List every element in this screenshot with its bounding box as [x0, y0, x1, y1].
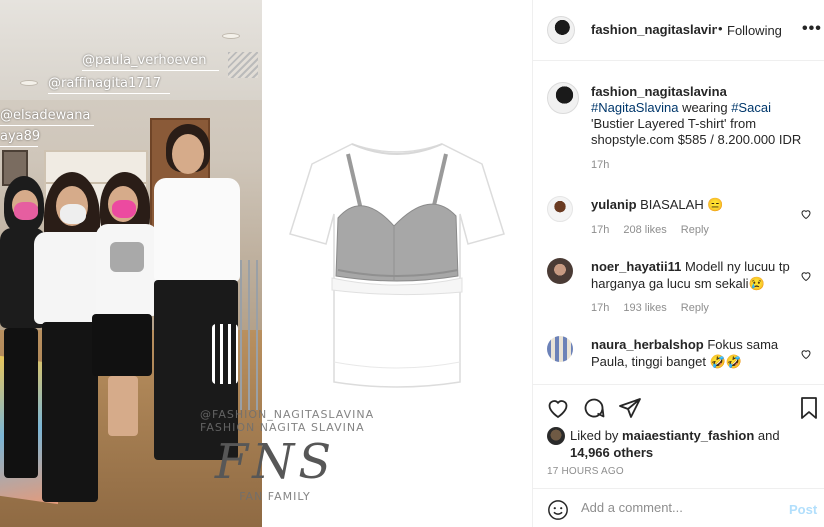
tag-elsadewana[interactable]: @elsadewana [0, 108, 90, 123]
comment-avatar[interactable] [547, 336, 573, 362]
post-sidebar: fashion_nagitaslavina • Following ••• fa… [532, 0, 824, 527]
post-actions: Liked by maiaestianty_fashion and 14,966… [533, 384, 824, 488]
comment-avatar[interactable] [547, 196, 573, 222]
caption-avatar[interactable] [547, 82, 579, 114]
comment-icon[interactable] [582, 396, 606, 420]
comment-likes[interactable]: 208 likes [623, 224, 666, 236]
comment-item: noer_hayatii11 Modell ny lucuu tp hargan… [547, 258, 812, 318]
watermark: @FASHION_NAGITASLAVINA FASHION NAGITA SL… [200, 408, 375, 527]
comment-heart-icon[interactable] [800, 270, 812, 282]
more-options-icon[interactable]: ••• [802, 20, 822, 38]
emoji-icon[interactable] [547, 499, 569, 521]
air-vent [228, 52, 258, 78]
liker-avatar[interactable] [547, 427, 565, 445]
comment-username[interactable]: noer_hayatii11 [591, 259, 681, 274]
caption-text: fashion_nagitaslavina #NagitaSlavina wea… [591, 84, 813, 173]
comment-avatar[interactable] [547, 258, 573, 284]
comment-username[interactable]: naura_herbalshop [591, 337, 704, 352]
watermark-handle: @FASHION_NAGITASLAVINA [200, 408, 375, 421]
caption-time: 17h [591, 159, 610, 171]
comment-item: yulanip BIASALAH 😑 17h 208 likes Reply [547, 196, 812, 246]
comment-time[interactable]: 17h [591, 224, 609, 236]
following-button[interactable]: Following [727, 23, 782, 38]
watermark-name: FASHION NAGITA SLAVINA [200, 421, 365, 434]
post-header: fashion_nagitaslavina • Following ••• [533, 0, 824, 61]
comment-item: naura_herbalshop Fokus sama Paula, tingg… [547, 336, 812, 380]
ceiling-light [222, 33, 240, 39]
comment-meta: 17h 193 likes Reply [591, 302, 723, 314]
comment-likes[interactable]: 193 likes [623, 302, 666, 314]
tag-aya89[interactable]: aya89 [0, 129, 40, 144]
bustier-tshirt-image [289, 143, 505, 388]
hashtag-sacai[interactable]: #Sacai [731, 100, 771, 115]
comment-username[interactable]: yulanip [591, 197, 637, 212]
tag-raffinagita[interactable]: @raffinagita1717 [48, 76, 161, 91]
comment-time[interactable]: 17h [591, 302, 609, 314]
tag-paula[interactable]: @paula_verhoeven [82, 53, 206, 68]
comment-heart-icon[interactable] [800, 208, 812, 220]
ceiling-light [20, 80, 38, 86]
share-icon[interactable] [618, 396, 642, 420]
comment-heart-icon[interactable] [800, 348, 812, 360]
watermark-logo: FNS [214, 434, 336, 490]
comment-text: BIASALAH 😑 [640, 197, 724, 212]
heart-icon[interactable] [546, 396, 570, 420]
post-comment-button[interactable]: Post [789, 502, 817, 517]
add-comment-bar: Post [533, 488, 824, 527]
watermark-family: FAN FAMILY [239, 490, 311, 503]
caption-username[interactable]: fashion_nagitaslavina [591, 84, 727, 99]
owner-username[interactable]: fashion_nagitaslavina [591, 22, 717, 37]
hashtag-nagitaslavina[interactable]: #NagitaSlavina [591, 100, 678, 115]
post-media[interactable]: @paula_verhoeven @raffinagita1717 @elsad… [0, 0, 532, 527]
caption-body: 'Bustier Layered T-shirt' from shopstyle… [591, 116, 802, 147]
add-comment-input[interactable] [581, 500, 781, 515]
comment-meta: 17h 208 likes Reply [591, 224, 723, 236]
reply-button[interactable]: Reply [681, 224, 709, 236]
liker-username[interactable]: maiaestianty_fashion [622, 428, 754, 443]
post-timestamp[interactable]: 17 HOURS AGO [547, 466, 624, 477]
header-separator: • [718, 21, 723, 36]
bookmark-icon[interactable] [797, 396, 821, 420]
reply-button[interactable]: Reply [681, 302, 709, 314]
likes-count[interactable]: 14,966 others [570, 445, 653, 460]
owner-avatar[interactable] [547, 16, 575, 44]
comments-list[interactable]: fashion_nagitaslavina #NagitaSlavina wea… [533, 62, 824, 384]
